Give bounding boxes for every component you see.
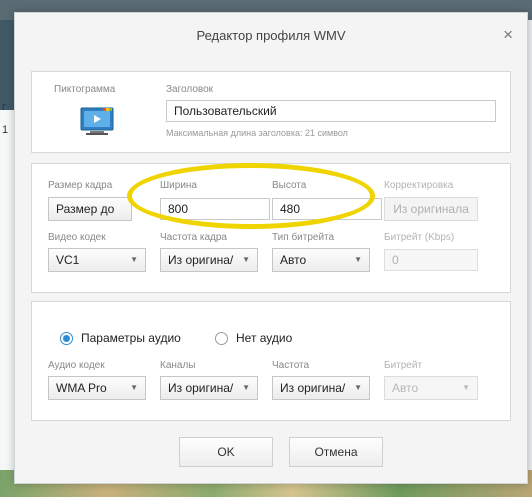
video-bitrate-label: Битрейт (Kbps) (384, 232, 455, 243)
chevron-down-icon: ▼ (462, 383, 470, 392)
frame-size-label: Размер кадра (48, 180, 113, 191)
height-input[interactable]: 480 (272, 198, 382, 220)
bitrate-type-dropdown[interactable]: Авто ▼ (272, 248, 370, 272)
video-codec-value: VC1 (56, 253, 80, 267)
background-side-panel (0, 110, 15, 470)
background-side-strip (0, 20, 14, 110)
title-label: Заголовок (166, 84, 214, 95)
wmv-profile-editor-dialog: Редактор профиля WMV × Пиктограмма Загол… (14, 12, 528, 484)
frequency-label: Частота (272, 360, 310, 371)
channels-label: Каналы (160, 360, 196, 371)
audio-codec-value: WMA Pro (56, 381, 107, 395)
dialog-titlebar: Редактор профиля WMV × (15, 13, 527, 59)
width-input[interactable]: 800 (160, 198, 270, 220)
chevron-down-icon: ▼ (354, 383, 362, 392)
chevron-down-icon: ▼ (242, 383, 250, 392)
no-audio-radio[interactable] (215, 332, 228, 345)
monitor-icon[interactable] (80, 107, 114, 137)
frame-size-button[interactable]: Размер до (48, 197, 132, 221)
height-label: Высота (272, 180, 307, 191)
audio-params-radio-label[interactable]: Параметры аудио (81, 331, 181, 345)
close-icon[interactable]: × (503, 25, 513, 45)
framerate-label: Частота кадра (160, 232, 227, 243)
title-hint: Максимальная длина заголовка: 21 символ (166, 128, 348, 138)
video-bitrate-input[interactable]: 0 (384, 249, 478, 271)
video-panel: Размер кадра Размер до Ширина 800 Высота… (31, 163, 511, 293)
width-label: Ширина (160, 180, 197, 191)
dialog-title: Редактор профиля WMV (196, 28, 346, 43)
frequency-dropdown[interactable]: Из оригина/ ▼ (272, 376, 370, 400)
framerate-value: Из оригина/ (168, 253, 234, 267)
audio-bitrate-dropdown[interactable]: Авто ▼ (384, 376, 478, 400)
audio-panel: Параметры аудио Нет аудио Аудио кодек WM… (31, 301, 511, 421)
frequency-value: Из оригина/ (280, 381, 346, 395)
ok-button[interactable]: OK (179, 437, 273, 467)
audio-codec-dropdown[interactable]: WMA Pro ▼ (48, 376, 146, 400)
no-audio-radio-label[interactable]: Нет аудио (236, 331, 292, 345)
chevron-down-icon: ▼ (130, 383, 138, 392)
cancel-button[interactable]: Отмена (289, 437, 383, 467)
correction-button[interactable]: Из оригинала (384, 197, 478, 221)
framerate-dropdown[interactable]: Из оригина/ ▼ (160, 248, 258, 272)
channels-dropdown[interactable]: Из оригина/ ▼ (160, 376, 258, 400)
bitrate-type-value: Авто (280, 253, 307, 267)
chevron-down-icon: ▼ (354, 255, 362, 264)
audio-codec-label: Аудио кодек (48, 360, 105, 371)
chevron-down-icon: ▼ (242, 255, 250, 264)
background-side-char: 1 (2, 124, 9, 136)
correction-label: Корректировка (384, 180, 454, 191)
profile-title-input[interactable]: Пользовательский (166, 100, 496, 122)
audio-params-radio[interactable] (60, 332, 73, 345)
background-side-char: г (2, 101, 7, 113)
audio-bitrate-label: Битрейт (384, 360, 423, 371)
chevron-down-icon: ▼ (130, 255, 138, 264)
bitrate-type-label: Тип битрейта (272, 232, 335, 243)
video-codec-label: Видео кодек (48, 232, 106, 243)
icon-label: Пиктограмма (54, 84, 116, 95)
video-codec-dropdown[interactable]: VC1 ▼ (48, 248, 146, 272)
audio-bitrate-value: Авто (392, 381, 419, 395)
channels-value: Из оригина/ (168, 381, 234, 395)
profile-panel: Пиктограмма Заголовок Пользовательский М… (31, 71, 511, 153)
